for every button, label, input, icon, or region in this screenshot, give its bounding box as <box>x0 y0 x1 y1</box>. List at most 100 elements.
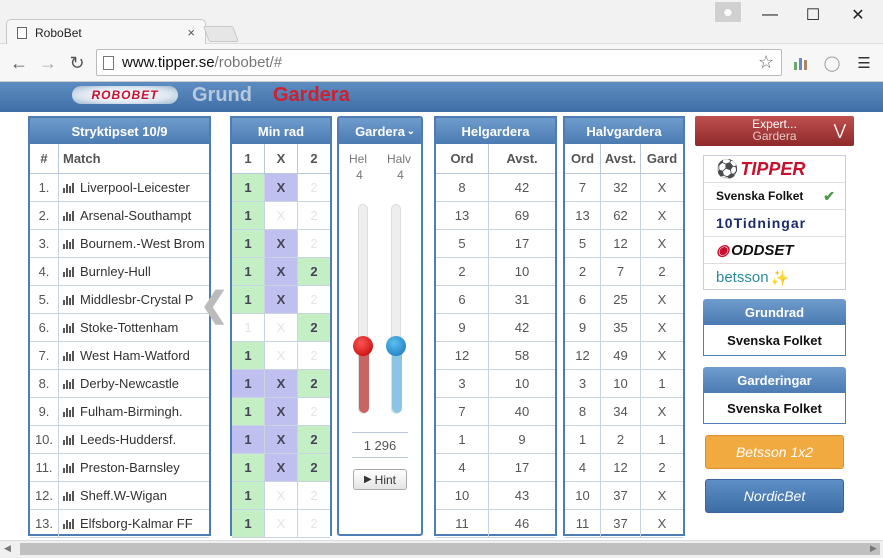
match-cell[interactable]: Stoke-Tottenham <box>59 314 209 341</box>
match-cell[interactable]: West Ham-Watford <box>59 342 209 369</box>
minrad-cell-1[interactable]: 1 <box>232 202 265 229</box>
reload-icon[interactable]: ↻ <box>66 52 88 74</box>
match-row[interactable]: 5. Middlesbr-Crystal P <box>30 286 209 314</box>
match-cell[interactable]: Derby-Newcastle <box>59 370 209 397</box>
minrad-cell-x[interactable]: X <box>265 398 298 425</box>
stats-icon[interactable] <box>63 406 76 417</box>
scroll-right-icon[interactable]: ▶ <box>870 543 877 554</box>
garderingar-button[interactable]: Garderingar <box>703 367 846 393</box>
minrad-cell-1[interactable]: 1 <box>232 426 265 453</box>
minrad-cell-2[interactable]: 2 <box>298 286 330 313</box>
menu-icon[interactable]: ☰ <box>853 52 875 74</box>
minrad-cell-2[interactable]: 2 <box>298 454 330 481</box>
match-row[interactable]: 7. West Ham-Watford <box>30 342 209 370</box>
match-row[interactable]: 1. Liverpool-Leicester <box>30 174 209 202</box>
match-row[interactable]: 6. Stoke-Tottenham <box>30 314 209 342</box>
stats-icon[interactable] <box>63 490 76 501</box>
minrad-cell-1[interactable]: 1 <box>232 342 265 369</box>
match-row[interactable]: 10. Leeds-Huddersf. <box>30 426 209 454</box>
minrad-cell-1[interactable]: 1 <box>232 174 265 201</box>
nav-grund[interactable]: Grund <box>192 84 252 107</box>
nav-gardera[interactable]: Gardera <box>273 84 350 107</box>
expert-gardera-dropdown[interactable]: Expert... Gardera ⋁ <box>695 116 854 146</box>
minrad-cell-1[interactable]: 1 <box>232 258 265 285</box>
new-tab-button[interactable] <box>203 26 239 42</box>
close-window-icon[interactable]: ✕ <box>843 4 873 26</box>
robobet-logo[interactable]: ROBOBET <box>72 86 178 104</box>
minrad-cell-x[interactable]: X <box>265 174 298 201</box>
match-row[interactable]: 2. Arsenal-Southampt <box>30 202 209 230</box>
nordicbet-button[interactable]: NordicBet <box>705 479 844 513</box>
match-cell[interactable]: Bournem.-West Brom <box>59 230 209 257</box>
minrad-cell-x[interactable]: X <box>265 314 298 341</box>
minrad-cell-x[interactable]: X <box>265 202 298 229</box>
stats-icon[interactable] <box>63 322 76 333</box>
minrad-cell-x[interactable]: X <box>265 258 298 285</box>
stats-icon[interactable] <box>63 210 76 221</box>
browser-tab[interactable]: RoboBet × <box>6 19 206 45</box>
source-oddset[interactable]: ◉ ODDSET <box>704 237 845 264</box>
hel-slider-track[interactable] <box>353 204 373 414</box>
minrad-cell-x[interactable]: X <box>265 482 298 509</box>
stats-icon[interactable] <box>63 294 76 305</box>
halv-slider-handle[interactable] <box>386 336 406 356</box>
stats-icon[interactable] <box>63 182 76 193</box>
match-row[interactable]: 11. Preston-Barnsley <box>30 454 209 482</box>
minrad-cell-1[interactable]: 1 <box>232 482 265 509</box>
minrad-cell-2[interactable]: 2 <box>298 202 330 229</box>
grundrad-value[interactable]: Svenska Folket <box>703 325 846 356</box>
scroll-left-icon[interactable]: ◀ <box>4 543 11 554</box>
match-cell[interactable]: Arsenal-Southampt <box>59 202 209 229</box>
stats-icon[interactable] <box>63 266 76 277</box>
minrad-cell-x[interactable]: X <box>265 510 298 537</box>
stats-icon[interactable] <box>63 518 76 529</box>
minrad-cell-1[interactable]: 1 <box>232 398 265 425</box>
minrad-cell-2[interactable]: 2 <box>298 258 330 285</box>
minrad-cell-2[interactable]: 2 <box>298 314 330 341</box>
minrad-cell-1[interactable]: 1 <box>232 454 265 481</box>
match-row[interactable]: 4. Burnley-Hull <box>30 258 209 286</box>
minrad-cell-x[interactable]: X <box>265 342 298 369</box>
source-10tidningar[interactable]: 10Tidningar <box>704 210 845 237</box>
page-info-icon[interactable] <box>103 55 114 70</box>
minrad-cell-x[interactable]: X <box>265 454 298 481</box>
stats-icon[interactable] <box>63 462 76 473</box>
tab-close-icon[interactable]: × <box>187 25 195 40</box>
stats-icon[interactable] <box>63 238 76 249</box>
minrad-cell-2[interactable]: 2 <box>298 398 330 425</box>
minrad-cell-2[interactable]: 2 <box>298 342 330 369</box>
minrad-cell-1[interactable]: 1 <box>232 314 265 341</box>
forward-icon[interactable]: → <box>37 52 59 74</box>
minrad-cell-2[interactable]: 2 <box>298 426 330 453</box>
minrad-cell-2[interactable]: 2 <box>298 230 330 257</box>
minrad-cell-x[interactable]: X <box>265 286 298 313</box>
match-cell[interactable]: Leeds-Huddersf. <box>59 426 209 453</box>
match-cell[interactable]: Elfsborg-Kalmar FF <box>59 510 209 537</box>
back-icon[interactable]: ← <box>8 52 30 74</box>
match-cell[interactable]: Preston-Barnsley <box>59 454 209 481</box>
chevron-left-icon[interactable]: ❮ <box>200 285 229 325</box>
source-betsson[interactable]: betsson ✨ <box>704 264 845 291</box>
minrad-cell-1[interactable]: 1 <box>232 510 265 537</box>
minrad-cell-2[interactable]: 2 <box>298 174 330 201</box>
minimize-icon[interactable]: — <box>755 4 785 26</box>
minrad-cell-2[interactable]: 2 <box>298 482 330 509</box>
stats-icon[interactable] <box>63 434 76 445</box>
match-row[interactable]: 9. Fulham-Birmingh. <box>30 398 209 426</box>
address-bar[interactable]: www.tipper.se/robobet/# <box>96 49 782 76</box>
scrollbar-thumb[interactable] <box>20 543 880 555</box>
betsson-1x2-button[interactable]: Betsson 1x2 <box>705 435 844 469</box>
garderingar-value[interactable]: Svenska Folket <box>703 393 846 424</box>
maximize-icon[interactable]: ☐ <box>798 4 828 26</box>
hel-slider-handle[interactable] <box>353 336 373 356</box>
halv-slider-track[interactable] <box>386 204 406 414</box>
stats-icon[interactable] <box>63 378 76 389</box>
minrad-cell-x[interactable]: X <box>265 230 298 257</box>
minrad-cell-1[interactable]: 1 <box>232 286 265 313</box>
match-cell[interactable]: Liverpool-Leicester <box>59 174 209 201</box>
minrad-cell-x[interactable]: X <box>265 426 298 453</box>
extension-icon[interactable]: ◯ <box>821 52 843 74</box>
grundrad-button[interactable]: Grundrad <box>703 299 846 325</box>
minrad-cell-2[interactable]: 2 <box>298 510 330 537</box>
user-profile-icon[interactable]: ☻ <box>715 2 741 22</box>
